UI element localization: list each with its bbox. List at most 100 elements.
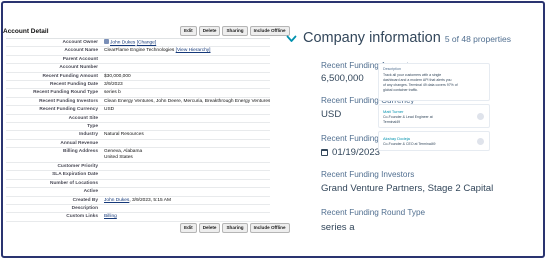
contact-role: Co-Founder & Lead Engineer at — [383, 115, 433, 119]
recent-funding-investors-label: Recent Funding Investors — [321, 170, 415, 179]
field-label: Account Owner — [62, 40, 98, 45]
field-row: Account Site — [6, 115, 270, 123]
field-row-custom-links: Custom Links Billing — [6, 213, 270, 222]
contact-card[interactable]: Matt Turner Co-Founder & Lead Engineer a… — [378, 104, 490, 128]
field-value: USD — [104, 107, 115, 113]
card-line: Track all your customers with a single — [383, 73, 442, 77]
field-label: Recent Funding Amount — [42, 73, 98, 79]
chevron-down-icon[interactable] — [286, 35, 297, 43]
bottom-button-row: Edit Delete Sharing Include Offline — [180, 223, 290, 233]
field-row: Parent Account — [6, 56, 270, 65]
field-row-account-owner: Account Owner John Dukes [Change] — [6, 39, 270, 48]
contact-company: Terminal49 — [383, 120, 401, 124]
field-label: Account Site — [68, 115, 98, 121]
field-label: Custom Links — [66, 214, 98, 220]
delete-button[interactable]: Delete — [198, 223, 221, 233]
contact-role: Co-Founder & CEO at Terminal49 — [383, 142, 436, 146]
card-heading: Description — [383, 67, 401, 71]
edit-button[interactable]: Edit — [180, 26, 197, 36]
field-label: Recent Funding Currency — [39, 107, 98, 113]
field-value: series b — [104, 90, 121, 96]
user-icon — [104, 39, 109, 44]
field-row-account-name: Account Name ClearFlame Engine Technolog… — [6, 47, 270, 56]
field-label: Customer Priority — [57, 164, 98, 170]
top-button-row: Edit Delete Sharing Include Offline — [180, 26, 290, 36]
card-line: global container traffic. — [383, 88, 419, 92]
account-detail-table: Account Owner John Dukes [Change] Accoun… — [6, 38, 270, 222]
field-label: Recent Funding Round Type — [33, 90, 98, 96]
created-by-link[interactable]: John Dukes — [104, 198, 129, 203]
field-row: Description — [6, 205, 270, 214]
recent-funding-date-value[interactable]: 01/19/2023 — [321, 147, 380, 158]
field-label: Active — [83, 189, 98, 195]
field-label: Parent Account — [62, 56, 98, 62]
contact-name: Matt Turner — [383, 109, 404, 114]
avatar-icon — [477, 113, 484, 120]
field-label: Recent Funding Investors — [39, 98, 98, 104]
account-name-value: ClearFlame Engine Technologies — [104, 48, 175, 54]
field-row: Recent Funding Investors Clean Energy Ven… — [6, 98, 270, 107]
field-row: Recent Funding Round Type series b — [6, 89, 270, 98]
company-info-header: Company information 5 of 48 properties — [303, 30, 511, 46]
recent-funding-investors-value[interactable]: Grand Venture Partners, Stage 2 Capital — [321, 183, 493, 194]
field-row: Account Number — [6, 64, 270, 73]
field-label: Billing Address — [62, 149, 98, 155]
field-row: SLA Expiration Date — [6, 171, 270, 180]
field-value: John Dukes [Change] — [104, 39, 270, 46]
billing-link[interactable]: Billing — [104, 214, 117, 219]
section-title: Company information — [303, 30, 441, 46]
field-value — [104, 56, 270, 63]
field-label: Created By — [72, 197, 98, 203]
delete-button[interactable]: Delete — [198, 26, 221, 36]
recent-funding-currency-value[interactable]: USD — [321, 109, 341, 120]
change-owner-link[interactable]: [Change] — [137, 41, 156, 46]
field-row: Industry Natural Resources — [6, 131, 270, 140]
recent-funding-round-type-value[interactable]: series a — [321, 222, 355, 233]
field-label: Annual Revenue — [60, 140, 98, 146]
contact-name: Akshay Dodeja — [383, 136, 410, 141]
field-value: ClearFlame Engine Technologies [View Hie… — [104, 47, 270, 54]
account-owner-link[interactable]: John Dukes — [110, 41, 135, 46]
account-detail-title: Account Detail — [3, 28, 49, 35]
calendar-icon — [321, 149, 328, 156]
include-offline-button[interactable]: Include Offline — [249, 223, 290, 233]
view-hierarchy-link[interactable]: [View Hierarchy] — [176, 48, 211, 53]
field-value: Geneva, Alabama United States — [104, 148, 270, 162]
field-value: Billing — [104, 213, 270, 220]
field-value — [104, 64, 270, 71]
field-value — [104, 205, 270, 212]
card-line: of any changes. Terminal 49 data covers … — [383, 83, 458, 87]
field-row: Type — [6, 123, 270, 132]
field-row: Number of Locations — [6, 180, 270, 189]
recent-funding-round-type-label: Recent Funding Round Type — [321, 208, 426, 217]
field-row: Recent Funding Amount $30,000,000 — [6, 73, 270, 81]
card-line: dashboard and a modern API that alerts y… — [383, 78, 452, 82]
recent-funding-amount-value[interactable]: 6,500,000 — [321, 73, 364, 84]
field-value: $30,000,000 — [104, 73, 131, 79]
billing-address-line2: United States — [104, 155, 133, 161]
description-card: Description Track all your customers wit… — [378, 63, 490, 101]
edit-button[interactable]: Edit — [180, 223, 197, 233]
field-label: Industry — [79, 132, 98, 138]
field-value — [104, 180, 270, 187]
field-row-billing-address: Billing Address Geneva, Alabama United St… — [6, 148, 270, 164]
avatar-icon — [477, 138, 484, 145]
field-value — [104, 123, 270, 130]
field-value: John Dukes, 3/9/2023, 5:15 AM — [104, 197, 270, 204]
field-label: Recent Funding Date — [50, 81, 98, 87]
date-text: 01/19/2023 — [332, 147, 381, 158]
property-count[interactable]: 5 of 48 properties — [445, 34, 511, 44]
field-label: Account Name — [64, 48, 98, 54]
contact-card[interactable]: Akshay Dodeja Co-Founder & CEO at Termin… — [378, 131, 490, 151]
field-label: Number of Locations — [50, 180, 98, 186]
sharing-button[interactable]: Sharing — [222, 26, 248, 36]
field-value: 3/9/2023 — [104, 81, 123, 87]
sharing-button[interactable]: Sharing — [222, 223, 248, 233]
field-row: Recent Funding Date 3/9/2023 — [6, 81, 270, 90]
field-row: Annual Revenue — [6, 140, 270, 149]
field-label: SLA Expiration Date — [52, 172, 98, 178]
field-value — [104, 115, 270, 122]
field-value — [104, 188, 270, 195]
include-offline-button[interactable]: Include Offline — [249, 26, 290, 36]
field-row: Active — [6, 188, 270, 197]
